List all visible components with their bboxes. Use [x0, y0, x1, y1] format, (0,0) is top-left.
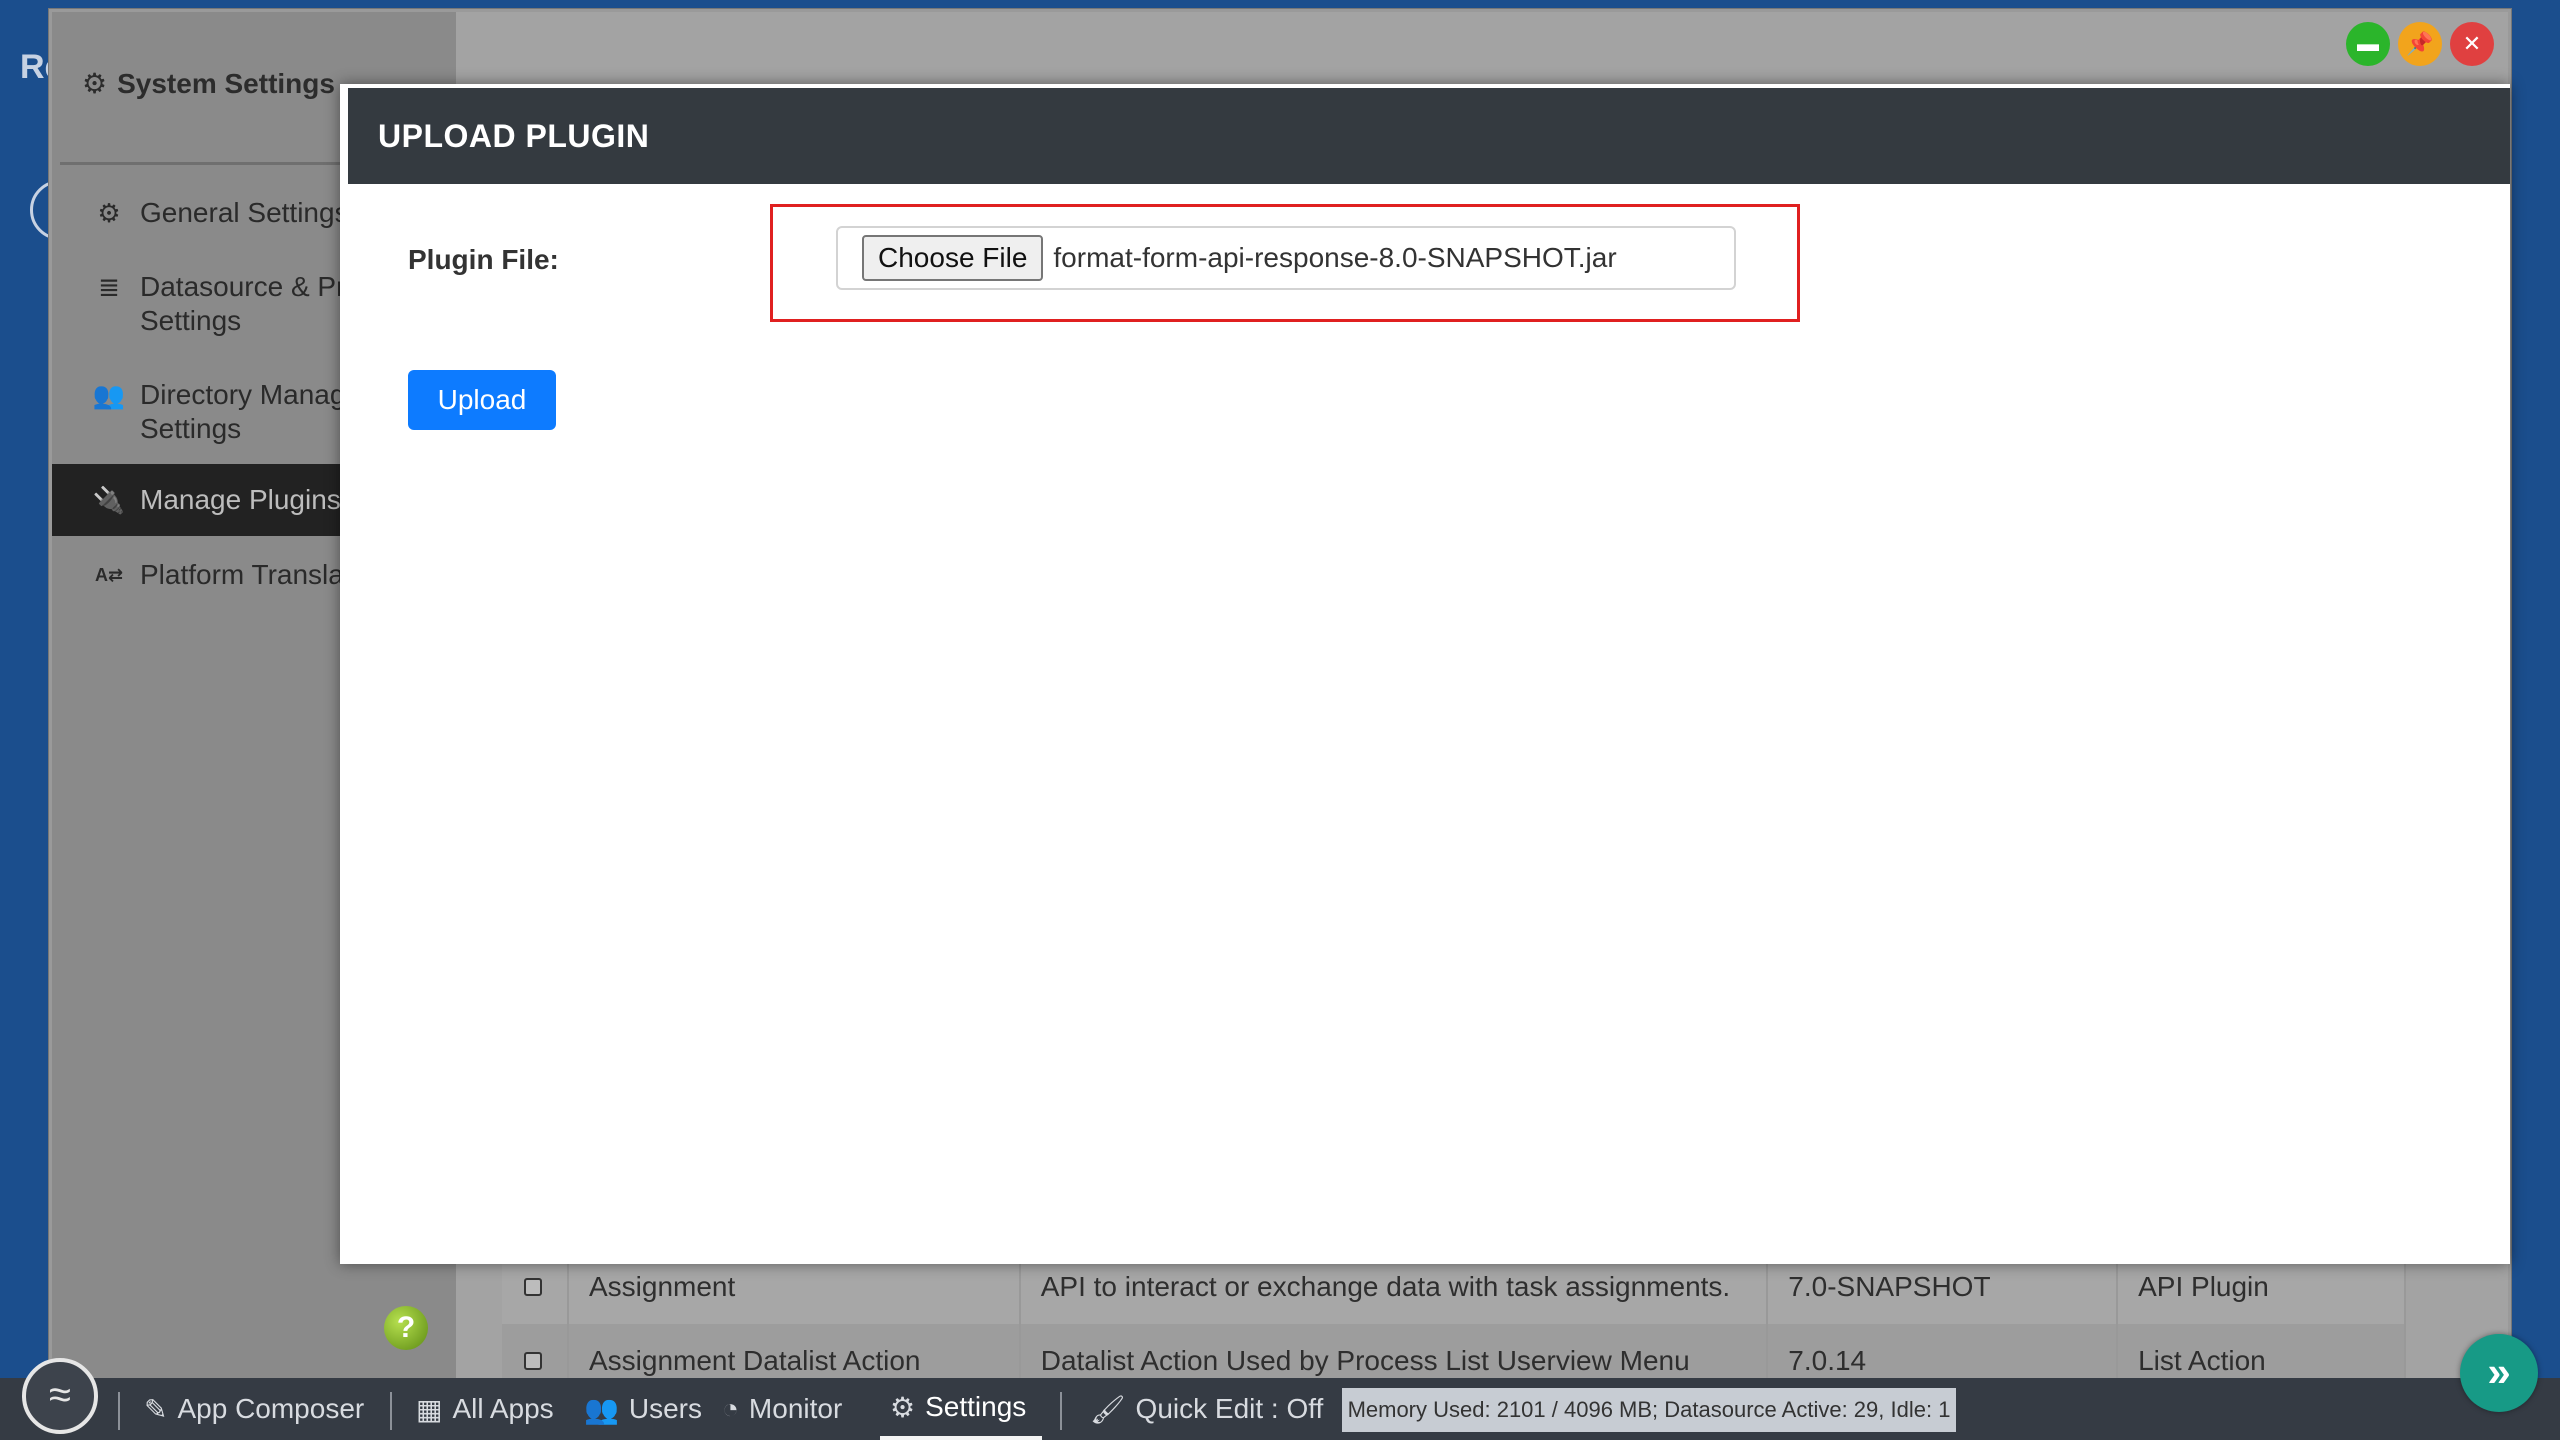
gear-icon: ⚙: [97, 198, 121, 228]
gears-icon: ⚙: [890, 1391, 916, 1423]
row-checkbox[interactable]: [524, 1352, 542, 1370]
taskbar-item-label: Users: [628, 1393, 702, 1424]
plugin-file-input[interactable]: Choose File format-form-api-response-8.0…: [836, 226, 1736, 290]
row-checkbox[interactable]: [524, 1278, 542, 1296]
plugin-file-label: Plugin File:: [408, 244, 559, 275]
taskbar-divider: [118, 1392, 120, 1430]
users-icon: 👥: [584, 1393, 619, 1425]
maximize-button[interactable]: ▬: [2346, 22, 2390, 66]
edit-icon: ✎: [144, 1393, 168, 1425]
taskbar-quick-edit[interactable]: 🖌 Quick Edit : Off: [1090, 1378, 1323, 1440]
brush-icon: 🖌: [1090, 1393, 1126, 1425]
sidebar-item-label: Directory Manag: [140, 379, 346, 410]
selected-file-name: format-form-api-response-8.0-SNAPSHOT.ja…: [1053, 242, 1617, 273]
help-icon[interactable]: ?: [384, 1306, 428, 1350]
taskbar-item-label: App Composer: [177, 1393, 365, 1424]
upload-plugin-modal: UPLOAD PLUGIN Plugin File: Choose File f…: [340, 84, 2510, 1264]
taskbar-item-label: Settings: [925, 1391, 1027, 1422]
translate-icon: A⇄: [94, 565, 124, 585]
sidebar-title-text: System Settings: [117, 67, 335, 99]
taskbar-users[interactable]: 👥 Users: [584, 1378, 702, 1440]
taskbar-divider: [390, 1392, 392, 1430]
sidebar-item-label-line2: Settings: [140, 413, 242, 444]
memory-status: Memory Used: 2101 / 4096 MB; Datasource …: [1342, 1388, 1956, 1432]
grid-icon: ▦: [416, 1393, 443, 1425]
dashboard-icon: ◔: [722, 1393, 739, 1424]
modal-title: UPLOAD PLUGIN: [378, 117, 650, 154]
taskbar-item-label: Monitor: [748, 1393, 843, 1424]
gears-icon: ⚙: [82, 68, 108, 99]
expand-button[interactable]: »: [2460, 1334, 2538, 1412]
close-button[interactable]: ✕: [2450, 22, 2494, 66]
plugin-table: Assignment API to interact or exchange d…: [502, 1250, 2406, 1398]
taskbar-item-label: All Apps: [452, 1393, 554, 1424]
sidebar-item-label: General Settings: [140, 197, 349, 228]
plug-icon: 🔌: [92, 485, 126, 515]
database-icon: ≣: [98, 272, 120, 302]
taskbar-settings[interactable]: ⚙ Settings: [880, 1378, 1042, 1440]
taskbar-monitor[interactable]: ◔ Monitor: [722, 1378, 842, 1440]
sidebar-title: ⚙ System Settings: [82, 67, 335, 100]
sidebar-item-label: Datasource & Pr: [140, 271, 346, 302]
taskbar-item-label: Quick Edit : Off: [1135, 1393, 1324, 1424]
users-icon: 👥: [92, 380, 126, 410]
sidebar-item-label-line2: Settings: [140, 305, 242, 336]
logo-icon[interactable]: ≈: [22, 1358, 98, 1434]
pin-button[interactable]: 📌: [2398, 22, 2442, 66]
taskbar-divider: [1060, 1392, 1062, 1430]
sidebar-item-label: Platform Translat: [140, 559, 352, 590]
upload-button[interactable]: Upload: [408, 370, 556, 430]
taskbar-all-apps[interactable]: ▦ All Apps: [416, 1378, 554, 1440]
modal-header: UPLOAD PLUGIN: [348, 88, 2510, 184]
choose-file-button[interactable]: Choose File: [862, 235, 1044, 281]
taskbar-app-composer[interactable]: ✎ App Composer: [144, 1378, 364, 1440]
sidebar-item-label: Manage Plugins: [140, 484, 341, 515]
